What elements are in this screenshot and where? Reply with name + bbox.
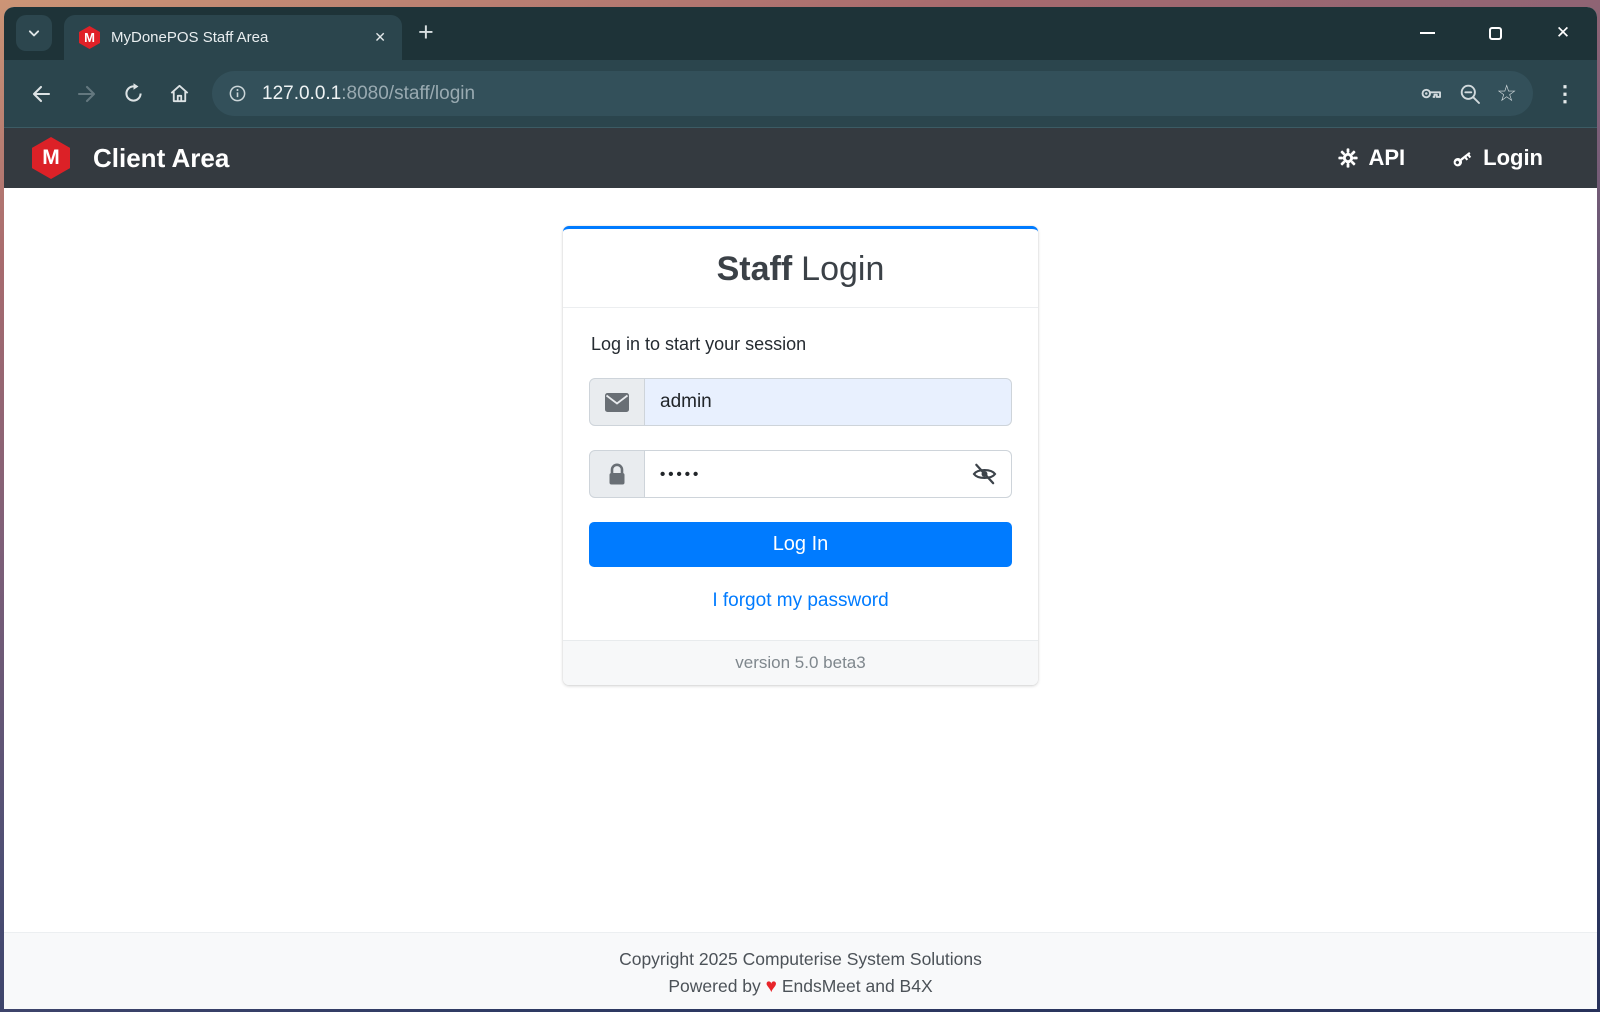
tab-close-icon[interactable]: ✕: [368, 25, 392, 50]
site-navbar: M Client Area API Login: [4, 128, 1597, 188]
url-host: 127.0.0.1: [262, 82, 342, 104]
navbar-links: API Login: [1337, 145, 1543, 171]
home-icon: [170, 84, 188, 103]
lock-icon: [589, 450, 645, 498]
page-title: Staff Login: [717, 250, 885, 288]
browser-window: M MyDonePOS Staff Area ✕ + ✕ 127.0.0.1:8…: [4, 7, 1597, 1009]
site-info-icon[interactable]: [228, 84, 247, 103]
forgot-password-link[interactable]: I forgot my password: [589, 590, 1012, 612]
refresh-button[interactable]: [110, 71, 156, 117]
browser-menu-icon[interactable]: ⋮: [1545, 72, 1585, 116]
version-label: version 5.0 beta3: [563, 640, 1038, 685]
minimize-icon: [1419, 32, 1435, 34]
page-footer: Copyright 2025 Computerise System Soluti…: [4, 932, 1597, 1009]
toggle-password-visibility-button[interactable]: [967, 459, 1002, 490]
site-favicon-icon: M: [79, 26, 100, 49]
login-message: Log in to start your session: [591, 334, 807, 354]
back-button[interactable]: [18, 71, 64, 117]
username-field-wrap: [645, 378, 1012, 426]
powered-by-text: Powered by ♥ EndsMeet and B4X: [4, 973, 1597, 1000]
forward-button[interactable]: [64, 71, 110, 117]
omnibox-actions: ☆: [1419, 81, 1517, 106]
powered-by-suffix: EndsMeet and B4X: [781, 976, 933, 996]
brand-title[interactable]: Client Area: [93, 143, 229, 174]
address-bar[interactable]: 127.0.0.1:8080/staff/login ☆: [212, 71, 1533, 116]
page-content: StaffLogin Log in to start your session: [4, 188, 1597, 932]
title-light: Login: [801, 250, 885, 288]
browser-toolbar: 127.0.0.1:8080/staff/login ☆ ⋮: [4, 60, 1597, 128]
window-close-button[interactable]: ✕: [1543, 14, 1583, 52]
window-controls: ✕: [1407, 14, 1583, 52]
tab-search-button[interactable]: [16, 15, 52, 51]
username-input[interactable]: [645, 378, 1012, 426]
url-path: :8080/staff/login: [341, 82, 476, 104]
log-in-button[interactable]: Log In: [589, 522, 1012, 567]
copyright-text: Copyright 2025 Computerise System Soluti…: [619, 949, 982, 969]
chevron-down-icon: [24, 23, 44, 43]
maximize-icon: [1488, 26, 1502, 40]
forward-arrow-icon: [77, 85, 96, 102]
new-tab-button[interactable]: +: [418, 19, 434, 46]
key-icon: [1451, 147, 1474, 170]
window-maximize-button[interactable]: [1475, 14, 1515, 52]
browser-tab-strip: M MyDonePOS Staff Area ✕ + ✕: [4, 7, 1597, 60]
brand-logo-icon[interactable]: M: [32, 137, 70, 179]
heart-icon: ♥: [765, 976, 777, 997]
title-bold: Staff: [716, 250, 793, 288]
login-card: StaffLogin Log in to start your session: [563, 226, 1038, 685]
browser-tab[interactable]: M MyDonePOS Staff Area ✕: [64, 15, 402, 60]
navbar-login-label: Login: [1483, 145, 1543, 170]
url-text: 127.0.0.1:8080/staff/login: [262, 83, 475, 105]
password-input-group: [589, 450, 1012, 498]
gear-icon: [1337, 147, 1359, 169]
login-card-body: Log in to start your session admin •••••…: [563, 308, 1038, 640]
password-input[interactable]: [645, 450, 1012, 498]
eye-slash-icon: [971, 463, 998, 486]
powered-by-prefix: Powered by: [668, 976, 761, 996]
password-manager-key-icon[interactable]: [1419, 81, 1444, 106]
navbar-item-api[interactable]: API: [1337, 145, 1405, 171]
desktop-wallpaper: M MyDonePOS Staff Area ✕ + ✕ 127.0.0.1:8…: [0, 0, 1600, 1012]
home-button[interactable]: [156, 71, 202, 117]
password-field-wrap: [645, 450, 1012, 498]
login-card-header: Staff Login: [563, 229, 1038, 308]
refresh-icon: [124, 83, 142, 102]
tab-title: MyDonePOS Staff Area: [111, 29, 269, 46]
username-input-group: [589, 378, 1012, 426]
navbar-api-label: API: [1368, 145, 1406, 170]
window-minimize-button[interactable]: [1407, 14, 1447, 52]
window-close-icon: ✕: [1555, 23, 1571, 42]
bookmark-star-icon[interactable]: ☆: [1496, 82, 1517, 105]
navbar-item-login[interactable]: Login: [1451, 145, 1543, 171]
back-arrow-icon: [32, 85, 51, 102]
zoom-out-icon[interactable]: [1458, 82, 1482, 106]
envelope-icon: [589, 378, 645, 426]
